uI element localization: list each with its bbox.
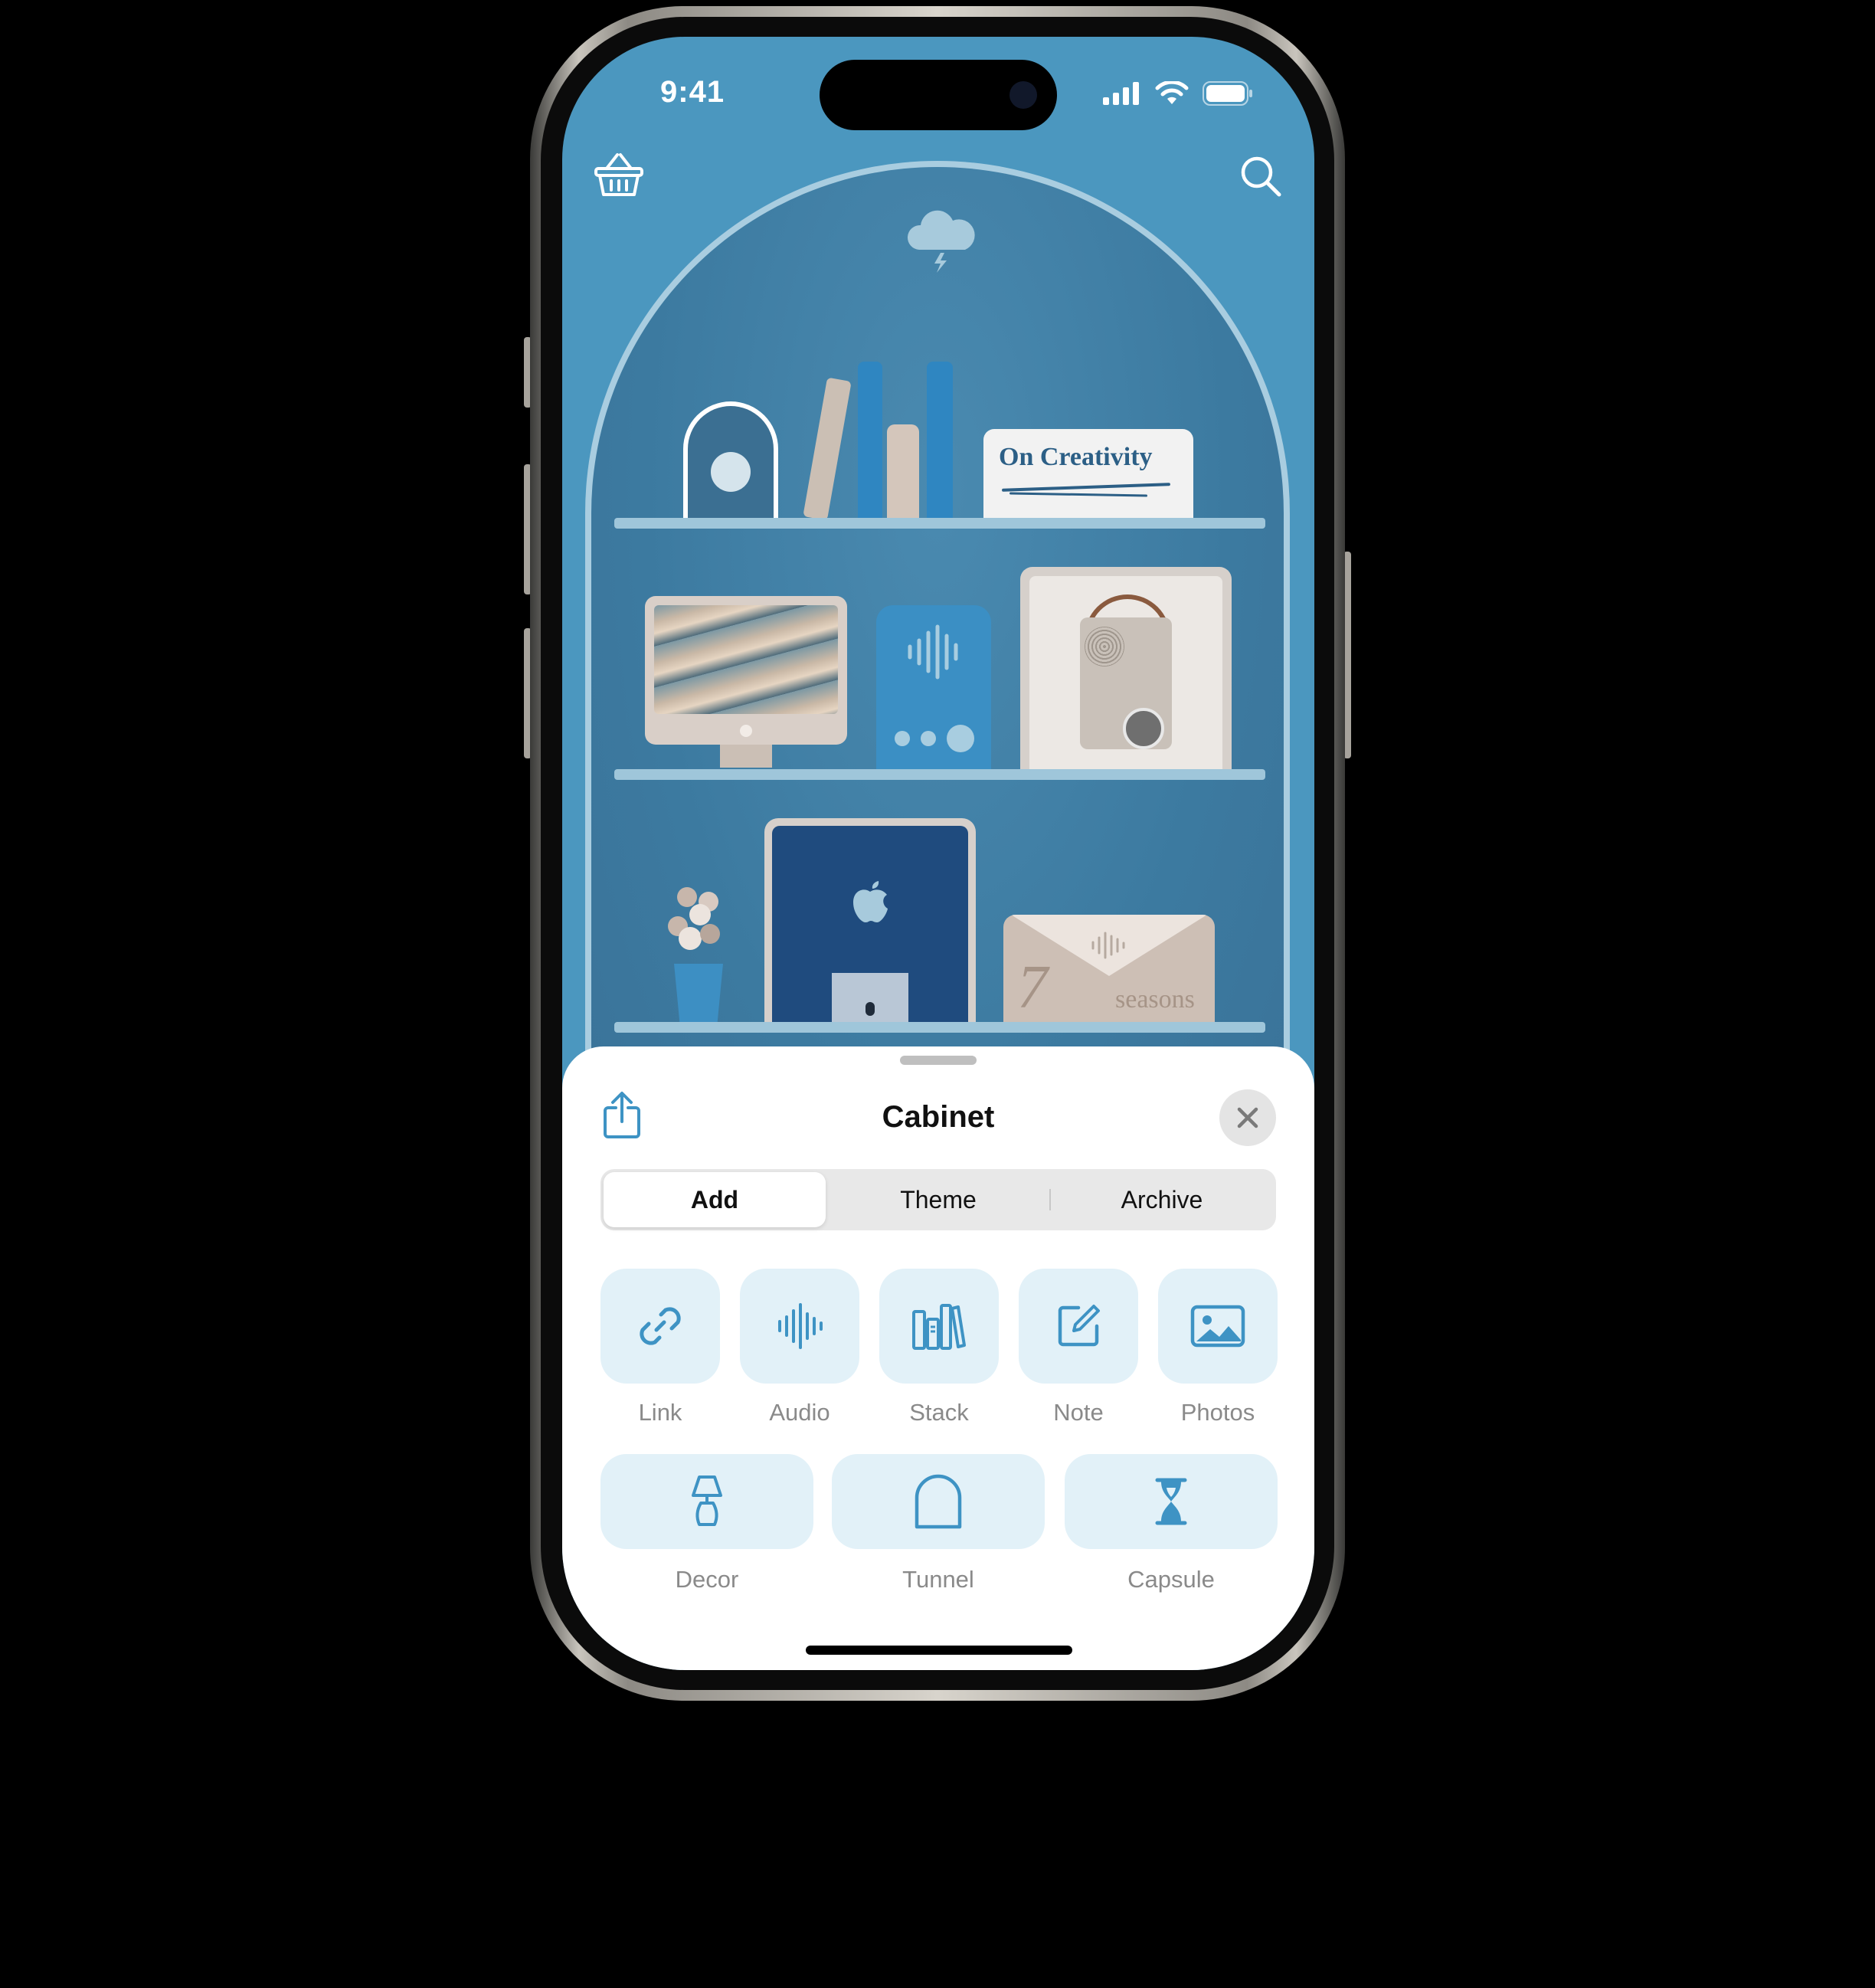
add-capsule-button[interactable]: [1065, 1454, 1278, 1549]
link-icon: [640, 1307, 681, 1345]
cabinet-sheet: Cabinet Add Theme Archive Link Audio Sta…: [562, 1046, 1314, 1670]
sheet-grabber[interactable]: [900, 1056, 977, 1065]
close-icon: [1237, 1107, 1258, 1128]
imac-display[interactable]: [645, 596, 847, 768]
status-icons: [1103, 81, 1253, 106]
books-icon: [912, 1304, 966, 1350]
wifi-icon: [1155, 81, 1189, 104]
home-indicator[interactable]: [806, 1646, 1072, 1655]
tile-label-stack: Stack: [909, 1399, 969, 1426]
smart-speaker[interactable]: [876, 605, 991, 769]
shelf-1: [614, 518, 1265, 529]
waveform-icon: [908, 624, 958, 680]
envelope-number: 7: [1017, 954, 1048, 1021]
basket-icon[interactable]: [594, 152, 643, 198]
status-time: 9:41: [660, 75, 725, 109]
tab-theme[interactable]: Theme: [827, 1172, 1049, 1227]
arch-icon: [915, 1474, 962, 1529]
tab-archive[interactable]: Archive: [1051, 1172, 1273, 1227]
tab-add[interactable]: Add: [604, 1172, 826, 1227]
dynamic-island: [820, 60, 1057, 130]
lamp-icon: [692, 1475, 722, 1526]
tile-label-photos: Photos: [1180, 1399, 1255, 1426]
search-icon[interactable]: [1239, 155, 1282, 198]
book-blue-1[interactable]: [858, 362, 882, 519]
battery-icon: [1203, 81, 1252, 106]
add-stack-button[interactable]: [879, 1269, 999, 1384]
book-blue-2[interactable]: [927, 362, 953, 519]
photo-icon: [1190, 1305, 1245, 1348]
waveform-icon: [1091, 932, 1125, 959]
add-audio-button[interactable]: [740, 1269, 859, 1384]
envelope-word: seasons: [1115, 985, 1195, 1014]
phone-screen: 9:41 On Creativity 7 seasons Cabinet Add…: [562, 37, 1314, 1670]
storm-cloud-icon[interactable]: [904, 202, 977, 276]
seasons-envelope[interactable]: 7 seasons: [1003, 915, 1215, 1027]
tile-label-note: Note: [1053, 1399, 1104, 1426]
tile-label-audio: Audio: [769, 1399, 830, 1426]
book-on-creativity[interactable]: On Creativity: [983, 429, 1193, 519]
arch-frame-decor[interactable]: [683, 401, 778, 518]
add-note-button[interactable]: [1019, 1269, 1138, 1384]
book-beige[interactable]: [887, 424, 919, 519]
flower-vase[interactable]: [666, 887, 731, 1025]
apple-logo-icon: [853, 881, 888, 922]
shelf-2: [614, 769, 1265, 780]
note-icon: [1058, 1305, 1100, 1347]
waveform-icon: [778, 1303, 823, 1349]
close-button[interactable]: [1219, 1089, 1276, 1146]
hourglass-icon: [1155, 1478, 1187, 1525]
add-decor-button[interactable]: [600, 1454, 813, 1549]
framed-radio[interactable]: [1020, 567, 1232, 769]
tile-label-link: Link: [638, 1399, 682, 1426]
book-title: On Creativity: [999, 443, 1153, 471]
tile-label-tunnel: Tunnel: [902, 1566, 974, 1593]
add-tunnel-button[interactable]: [832, 1454, 1045, 1549]
mac-mini-frame[interactable]: [764, 818, 976, 1027]
signal-icon: [1103, 82, 1139, 105]
tile-label-decor: Decor: [675, 1566, 739, 1593]
sheet-title: Cabinet: [882, 1100, 995, 1134]
add-link-button[interactable]: [600, 1269, 720, 1384]
add-photos-button[interactable]: [1158, 1269, 1278, 1384]
shelf-3: [614, 1022, 1265, 1033]
segmented-control: Add Theme Archive: [600, 1169, 1276, 1230]
tile-label-capsule: Capsule: [1127, 1566, 1215, 1593]
